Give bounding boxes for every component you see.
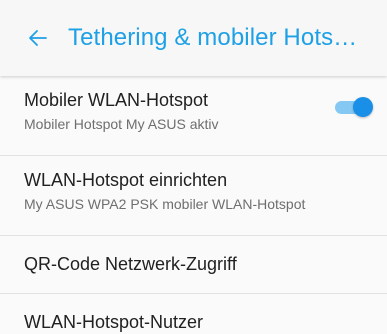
- setting-subtitle: My ASUS WPA2 PSK mobiler WLAN-Hotspot: [24, 196, 306, 212]
- setting-title: WLAN-Hotspot einrichten: [24, 170, 228, 190]
- back-button[interactable]: [18, 18, 58, 58]
- setting-mobile-hotspot[interactable]: Mobiler WLAN-Hotspot Mobiler Hotspot My …: [0, 76, 387, 156]
- page-title: Tethering & mobiler Hots…: [68, 24, 358, 51]
- app-bar: Tethering & mobiler Hots…: [0, 0, 387, 76]
- setting-hotspot-users[interactable]: WLAN-Hotspot-Nutzer: [0, 294, 387, 334]
- setting-subtitle: Mobiler Hotspot My ASUS aktiv: [24, 116, 219, 132]
- setting-title: Mobiler WLAN-Hotspot: [24, 90, 209, 110]
- setting-title: WLAN-Hotspot-Nutzer: [24, 312, 204, 332]
- setting-configure-hotspot[interactable]: WLAN-Hotspot einrichten My ASUS WPA2 PSK…: [0, 156, 387, 236]
- toggle-thumb: [353, 97, 373, 117]
- hotspot-toggle[interactable]: [333, 96, 373, 118]
- settings-list: Mobiler WLAN-Hotspot Mobiler Hotspot My …: [0, 76, 387, 334]
- setting-title: QR-Code Netzwerk-Zugriff: [24, 254, 237, 274]
- arrow-left-icon: [29, 30, 47, 46]
- setting-qr-code[interactable]: QR-Code Netzwerk-Zugriff: [0, 236, 387, 294]
